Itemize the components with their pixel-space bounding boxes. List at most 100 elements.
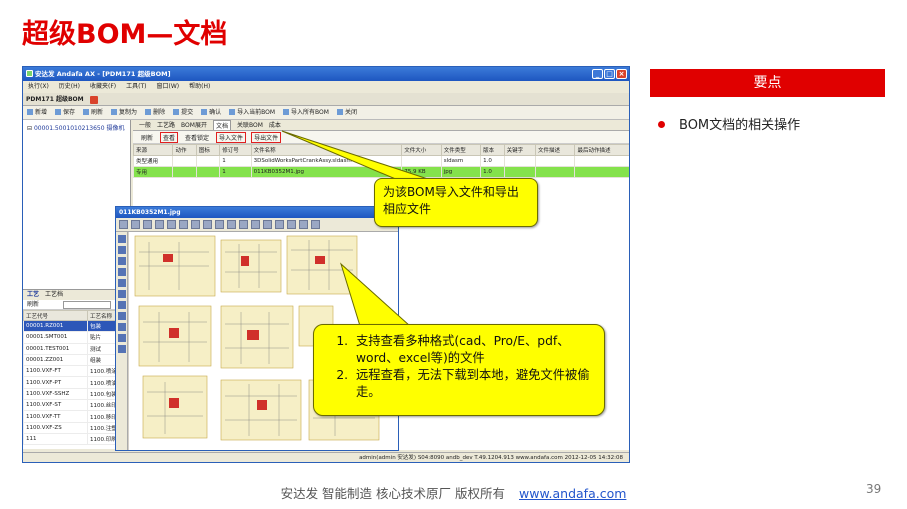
- frame-icon[interactable]: [251, 220, 260, 229]
- highlight-icon[interactable]: [118, 345, 126, 353]
- hand-icon[interactable]: [275, 220, 284, 229]
- tab-cost[interactable]: 成本: [269, 120, 281, 130]
- line-icon[interactable]: [118, 268, 126, 276]
- tab-related-bom[interactable]: 关联BOM: [237, 120, 263, 130]
- zoom-in-icon[interactable]: [167, 220, 176, 229]
- rect-icon[interactable]: [118, 279, 126, 287]
- close-icon[interactable]: ×: [616, 69, 627, 79]
- menu-window[interactable]: 窗口(W): [157, 81, 180, 93]
- table-row[interactable]: 1100.VXF-ZS 1100.注塑: [23, 421, 130, 434]
- tab-routing[interactable]: 工艺路: [157, 120, 175, 130]
- redo-icon[interactable]: [311, 220, 320, 229]
- bom-tree-node[interactable]: 00001.5001010213650 摄像机: [27, 123, 126, 132]
- zoom-fit-icon[interactable]: [191, 220, 200, 229]
- delete-button[interactable]: 删除: [145, 106, 165, 119]
- routing-search-input[interactable]: [63, 301, 111, 309]
- document-tab[interactable]: PDM171 超级BOM: [23, 93, 629, 106]
- table-row[interactable]: 1100.VXF-FT 1100.喷涂: [23, 365, 130, 378]
- table-cell: 1100.VXF-TT: [23, 410, 89, 423]
- refresh-button[interactable]: 刷新: [83, 106, 103, 119]
- print-icon[interactable]: [143, 220, 152, 229]
- zoom-window-icon[interactable]: [203, 220, 212, 229]
- doc-view-button[interactable]: 查看: [160, 131, 179, 143]
- column-header[interactable]: 版本: [480, 144, 505, 156]
- column-header[interactable]: 文件描述: [534, 144, 576, 156]
- close-tab-icon[interactable]: [89, 95, 98, 104]
- table-cell: sldasm: [440, 155, 482, 167]
- document-row[interactable]: 专用 1 011KB0352M1.jpg 75.9 KB jpg 1.0: [132, 166, 629, 178]
- menu-tools[interactable]: 工具(T): [126, 81, 146, 93]
- column-header[interactable]: 文件类型: [440, 144, 482, 156]
- erase-icon[interactable]: [118, 323, 126, 331]
- table-row[interactable]: 00001.TEST001 测试: [23, 342, 130, 355]
- warning-icon[interactable]: [118, 334, 126, 342]
- import-current-bom-button[interactable]: 导入当前BOM: [229, 106, 275, 119]
- table-row[interactable]: 1100.VXF-TT 1100.移印: [23, 410, 130, 423]
- rotate-icon[interactable]: [287, 220, 296, 229]
- pen-icon[interactable]: [118, 257, 126, 265]
- select-icon[interactable]: [118, 235, 126, 243]
- routing-refresh-button[interactable]: 刷新: [27, 301, 39, 308]
- table-row[interactable]: 1100.VXF-ST 1100.丝印: [23, 399, 130, 412]
- table-cell: 1100.VXF-ST: [23, 399, 89, 412]
- column-header[interactable]: 图标: [195, 144, 221, 156]
- info-icon[interactable]: [119, 220, 128, 229]
- table-cell: 011KB0352M1.jpg: [250, 166, 403, 178]
- arrow-icon[interactable]: [263, 220, 272, 229]
- tab-general[interactable]: 一般: [139, 120, 151, 130]
- column-header[interactable]: 最后动作描述: [574, 144, 629, 156]
- document-grid: 来源 动作 图标 修订号 文件名称 文件大小 文件类型 版本 关键字 文件描述 最后动作描述 类型通…: [132, 144, 629, 178]
- view-callout: 支持查看多种格式(cad、Pro/E、pdf、word、excel等)的文件 远…: [313, 324, 605, 416]
- table-row[interactable]: 1100.VXF-SSHZ 1100.包装: [23, 387, 130, 401]
- layers-icon[interactable]: [215, 220, 224, 229]
- tab-bom-expand[interactable]: BOM展开: [181, 120, 207, 130]
- table-cell: 类型通用: [132, 155, 174, 167]
- menu-execute[interactable]: 执行(X): [28, 81, 49, 93]
- menu-help[interactable]: 帮助(H): [189, 81, 210, 93]
- tab-documents[interactable]: 文档: [212, 120, 231, 130]
- submit-button[interactable]: 提交: [173, 106, 193, 119]
- column-header[interactable]: 关键字: [503, 144, 536, 156]
- table-row[interactable]: 1100.VXF-PT 1100.喷油: [23, 376, 130, 389]
- zoom-out-icon[interactable]: [179, 220, 188, 229]
- doc-import-button[interactable]: 导入文件: [216, 131, 247, 143]
- column-header[interactable]: 文件名称: [250, 144, 403, 156]
- table-row[interactable]: 00001.SMT001 贴片: [23, 331, 130, 344]
- table-row[interactable]: 00001.RZ001 包装: [23, 319, 130, 333]
- note-icon[interactable]: [118, 312, 126, 320]
- table-cell: [195, 166, 221, 178]
- document-row[interactable]: 类型通用 1 3DSolidWorksPartCrankAssy.sldasm sld…: [132, 155, 629, 167]
- tab-process-file[interactable]: 工艺档: [45, 290, 63, 300]
- doc-view-lock-button[interactable]: 查看锁定: [183, 133, 211, 142]
- menu-favorites[interactable]: 收藏夹(F): [90, 81, 116, 93]
- table-row[interactable]: 111 1100.印刷: [23, 432, 130, 446]
- measure-icon[interactable]: [227, 220, 236, 229]
- column-header[interactable]: 修订号: [219, 144, 252, 156]
- footer-link[interactable]: www.andafa.com: [519, 486, 626, 501]
- undo-icon[interactable]: [299, 220, 308, 229]
- tab-process[interactable]: 工艺: [27, 290, 39, 300]
- column-header[interactable]: 动作: [172, 144, 197, 156]
- text-icon[interactable]: [118, 246, 126, 254]
- table-cell: 00001.TEST001: [23, 342, 89, 355]
- new-button[interactable]: 新增: [27, 106, 47, 119]
- save-button[interactable]: 保存: [55, 106, 75, 119]
- minimize-icon[interactable]: _: [592, 69, 603, 79]
- copy-icon[interactable]: [155, 220, 164, 229]
- confirm-button[interactable]: 确认: [201, 106, 221, 119]
- open-icon[interactable]: [131, 220, 140, 229]
- grid-icon[interactable]: [239, 220, 248, 229]
- copy-as-button[interactable]: 复制为: [111, 106, 137, 119]
- doc-export-button[interactable]: 导出文件: [251, 131, 282, 143]
- import-all-bom-button[interactable]: 导入所有BOM: [283, 106, 329, 119]
- column-header[interactable]: 文件大小: [401, 144, 442, 156]
- circle-icon[interactable]: [118, 290, 126, 298]
- close-button[interactable]: 关闭: [337, 106, 357, 119]
- column-header[interactable]: 工艺代号: [23, 310, 89, 321]
- maximize-icon[interactable]: □: [604, 69, 615, 79]
- doc-refresh-button[interactable]: 刷新: [139, 133, 155, 142]
- column-header[interactable]: 来源: [132, 144, 174, 156]
- table-row[interactable]: 00001.ZZ001 组装: [23, 353, 130, 367]
- stamp-icon[interactable]: [118, 301, 126, 309]
- menu-history[interactable]: 历史(H): [59, 81, 80, 93]
